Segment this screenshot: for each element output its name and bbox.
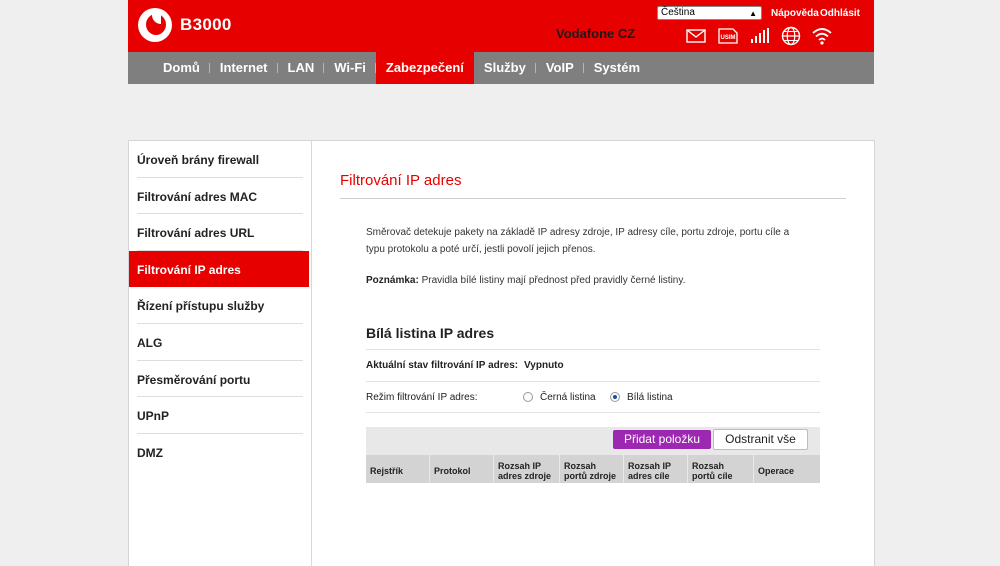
nav-security[interactable]: Zabezpečení: [375, 52, 474, 84]
col-operation: Operace: [758, 465, 795, 476]
page-description: Směrovač detekuje pakety na základě IP a…: [366, 227, 790, 255]
title-divider: [340, 198, 846, 199]
sidebar-item-dmz[interactable]: DMZ: [129, 434, 311, 471]
nav-lan[interactable]: LAN: [278, 52, 325, 84]
content-panel: Úroveň brány firewall Filtrování adres M…: [128, 140, 875, 566]
nav-voip[interactable]: VoIP: [536, 52, 584, 84]
sidebar: Úroveň brány firewall Filtrování adres M…: [129, 141, 312, 566]
brand-name: B3000: [180, 15, 232, 34]
sidebar-item-port-forwarding[interactable]: Přesměrování portu: [129, 361, 311, 398]
note-label: Poznámka:: [366, 275, 419, 286]
remove-all-button[interactable]: Odstranit vše: [713, 429, 808, 450]
logout-link[interactable]: Odhlásit: [820, 8, 860, 19]
sidebar-item-url-filter[interactable]: Filtrování adres URL: [129, 214, 311, 251]
col-dest-ip: Rozsah IP adres cíle: [624, 455, 688, 483]
globe-icon: [781, 26, 801, 46]
radio-whitelist[interactable]: [610, 392, 620, 402]
wifi-icon: [812, 28, 832, 45]
main-nav: Domů Internet LAN Wi-Fi Zabezpečení Služ…: [128, 52, 874, 84]
table-header: Rejstřík Protokol Rozsah IP adres zdroje…: [366, 455, 820, 483]
select-arrow-icon: ▲︎: [749, 9, 757, 18]
page-note: Poznámka: Pravidla bílé listiny mají pře…: [366, 275, 685, 286]
radio-whitelist-label[interactable]: Bílá listina: [627, 392, 673, 403]
col-source-ip: Rozsah IP adres zdroje: [494, 455, 560, 483]
page-title: Filtrování IP adres: [340, 172, 462, 189]
main-content: Filtrování IP adres Směrovač detekuje pa…: [313, 141, 875, 566]
usim-icon[interactable]: USIM: [717, 28, 739, 44]
col-dest-port: Rozsah portů cíle: [688, 455, 754, 483]
nav-internet[interactable]: Internet: [210, 52, 278, 84]
section-divider: [366, 349, 820, 350]
status-divider: [366, 381, 820, 382]
language-select-value: Čeština: [661, 7, 695, 18]
add-item-button[interactable]: Přidat položku: [613, 430, 711, 449]
sidebar-item-service-access[interactable]: Řízení přístupu služby: [129, 287, 311, 324]
operator-name: Vodafone CZ: [556, 26, 636, 41]
mode-divider: [366, 412, 820, 413]
col-source-port: Rozsah portů zdroje: [560, 455, 624, 483]
sidebar-item-ip-filter[interactable]: Filtrování IP adres: [129, 250, 309, 288]
usim-label: USIM: [721, 35, 736, 41]
signal-icon: [751, 28, 769, 43]
col-protocol: Protokol: [430, 455, 494, 483]
language-select[interactable]: Čeština ▲︎: [657, 6, 762, 20]
vodafone-logo-icon: [138, 8, 172, 42]
top-header: B3000 Vodafone CZ Čeština ▲︎ Nápověda Od…: [128, 0, 874, 52]
sidebar-item-alg[interactable]: ALG: [129, 324, 311, 361]
status-icons: USIM: [686, 25, 832, 47]
note-text: Pravidla bílé listiny mají přednost před…: [418, 275, 686, 286]
sidebar-item-firewall-level[interactable]: Úroveň brány firewall: [129, 141, 311, 178]
mode-label: Režim filtrování IP adres:: [366, 392, 478, 403]
radio-blacklist[interactable]: [523, 392, 533, 402]
rules-table: Přidat položku Odstranit vše Rejstřík Pr…: [366, 427, 820, 483]
mail-icon[interactable]: [686, 29, 706, 43]
help-link[interactable]: Nápověda: [771, 8, 819, 19]
sidebar-item-mac-filter[interactable]: Filtrování adres MAC: [129, 178, 311, 215]
radio-blacklist-label[interactable]: Černá listina: [540, 392, 596, 403]
nav-system[interactable]: Systém: [584, 52, 650, 84]
nav-services[interactable]: Služby: [474, 52, 536, 84]
section-title: Bílá listina IP adres: [366, 325, 495, 341]
col-index: Rejstřík: [366, 455, 430, 483]
nav-home[interactable]: Domů: [153, 52, 210, 84]
nav-wifi[interactable]: Wi-Fi: [324, 52, 376, 84]
status-label: Aktuální stav filtrování IP adres:: [366, 360, 519, 371]
status-value: Vypnuto: [524, 360, 564, 371]
sidebar-item-upnp[interactable]: UPnP: [129, 397, 311, 434]
